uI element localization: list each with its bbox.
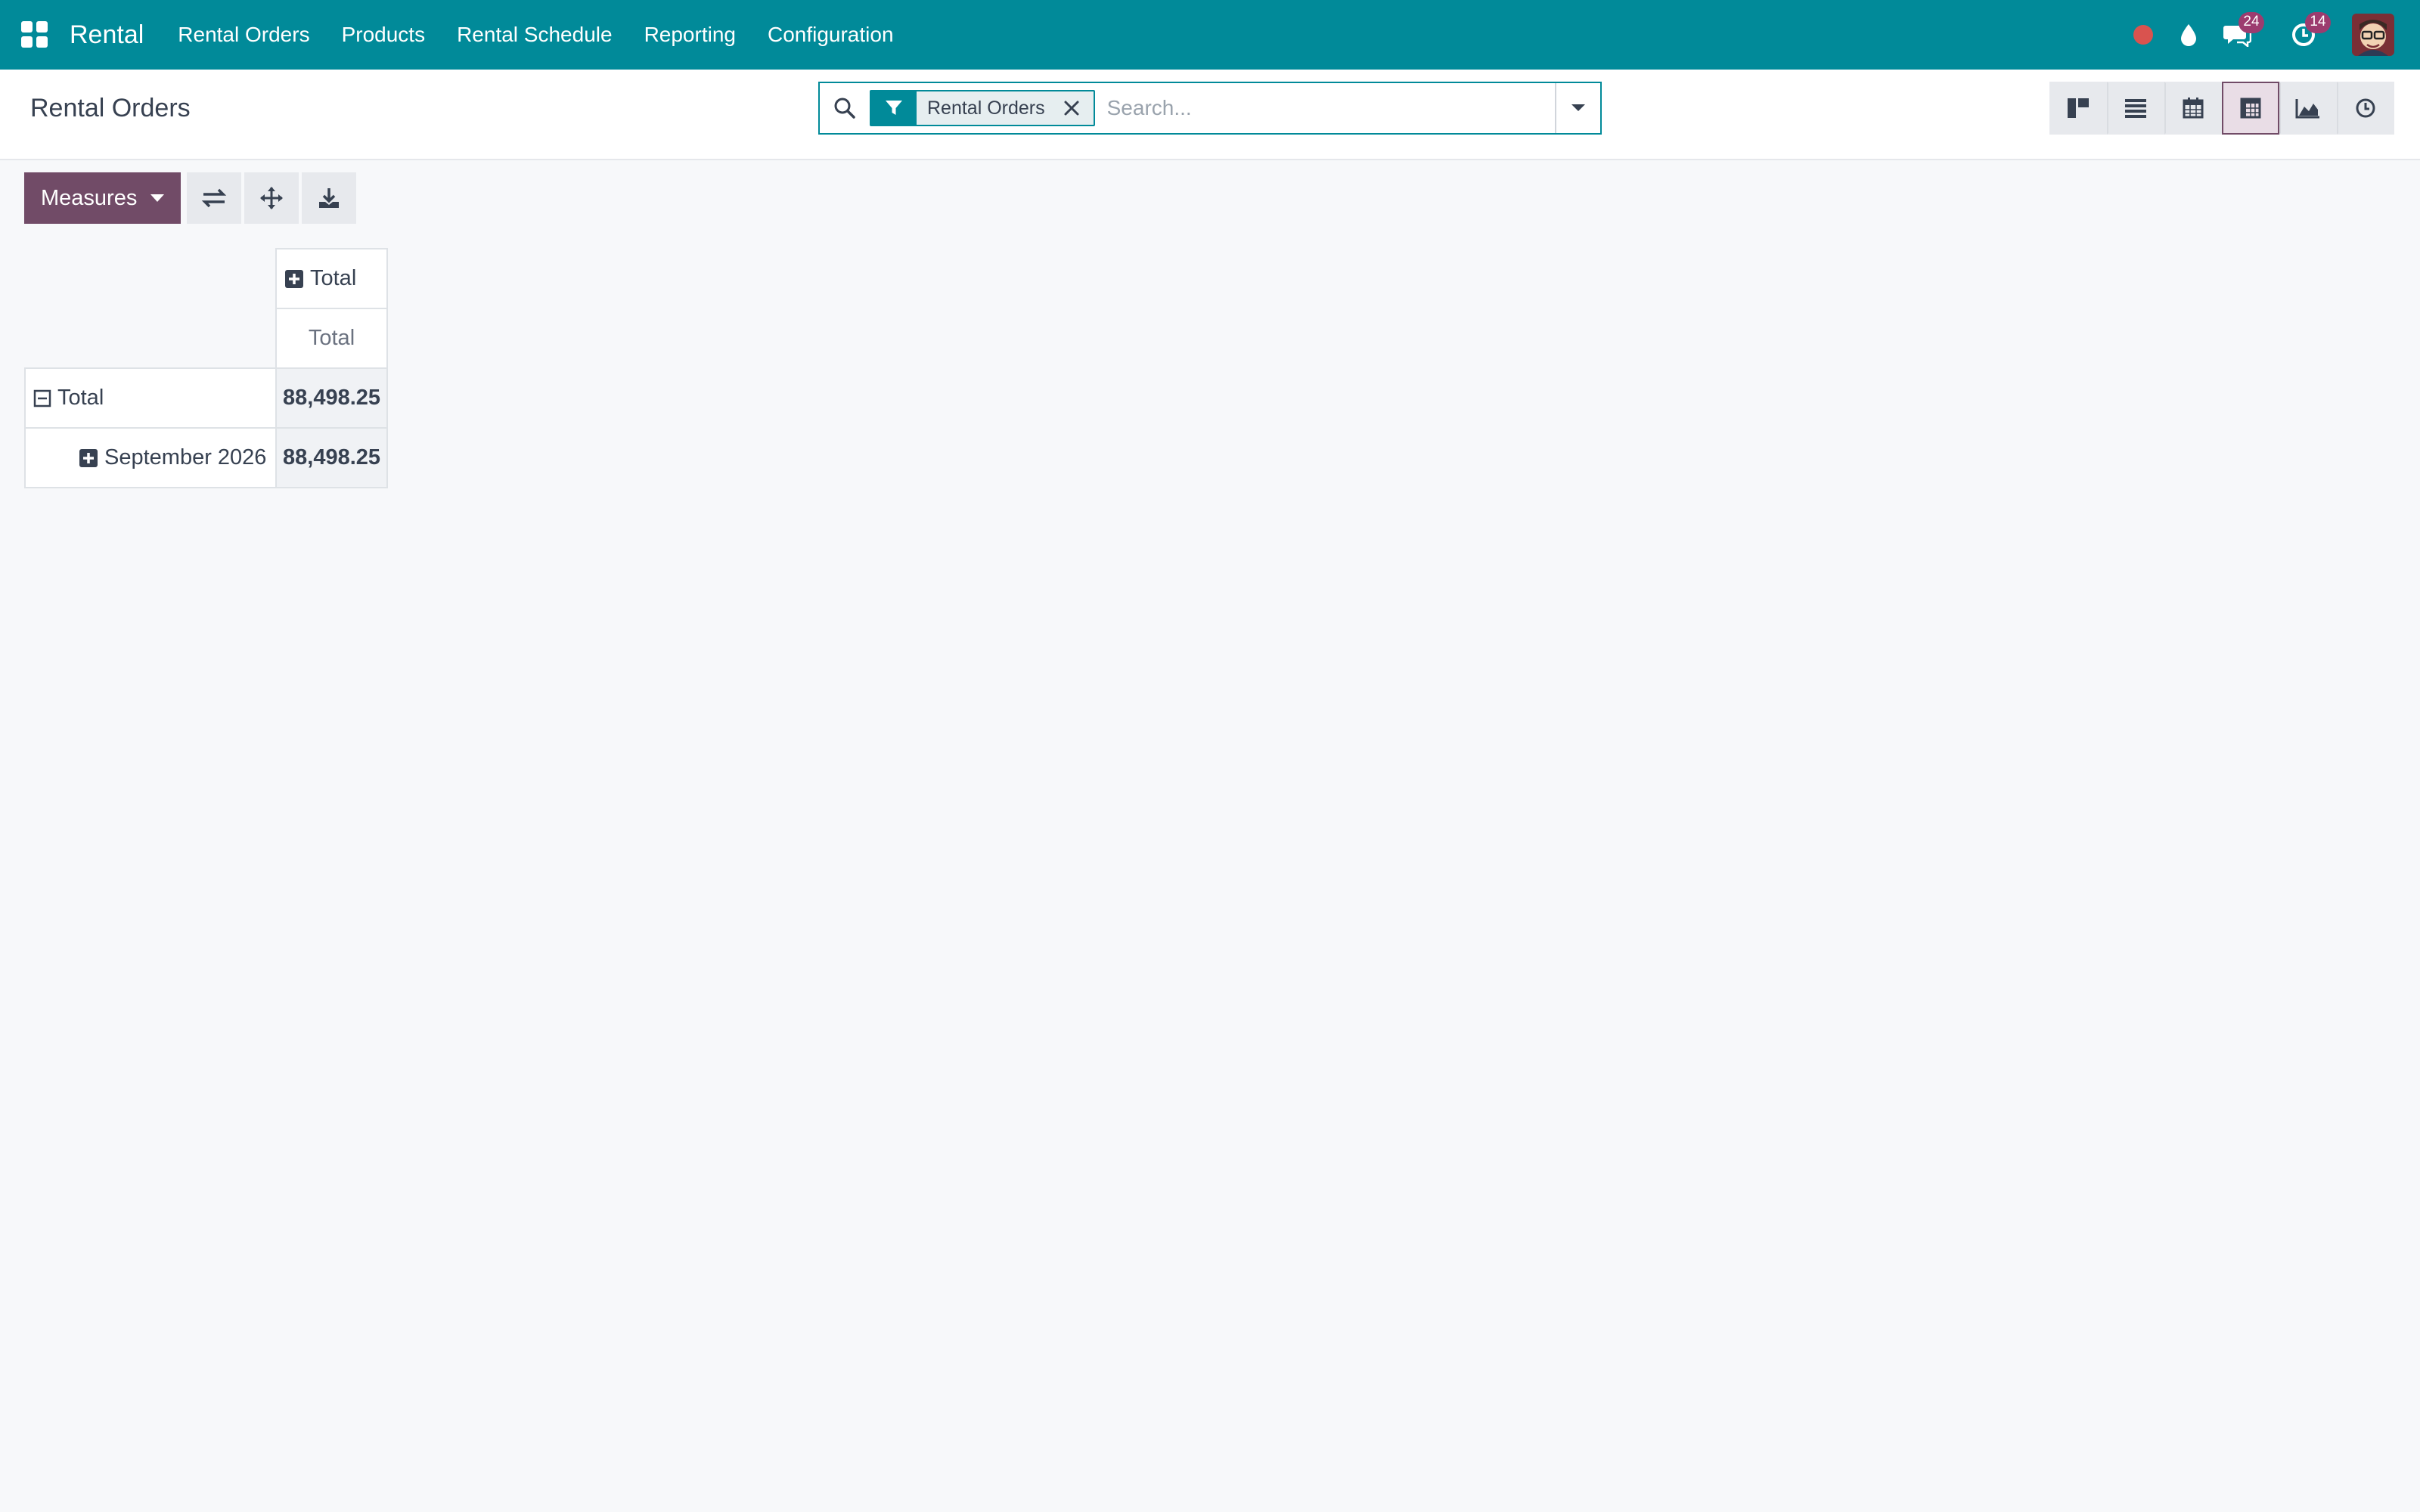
graph-view-icon[interactable] [2279, 82, 2337, 135]
user-avatar[interactable] [2352, 14, 2394, 56]
filter-icon [871, 91, 917, 125]
control-panel: Rental Orders Rental Orders [0, 70, 2420, 160]
app-menu-icon[interactable] [21, 21, 48, 48]
kanban-view-icon[interactable] [2049, 82, 2107, 135]
search-bar: Rental Orders [818, 82, 1602, 135]
pivot-row-header-month[interactable]: September 2026 [24, 427, 277, 488]
pivot-cell-value[interactable]: 88,498.25 [275, 427, 389, 488]
systray: 24 14 [2121, 0, 2420, 70]
pivot-table: Total Total Total 88,498.25 September 20… [24, 248, 389, 488]
calendar-view-icon[interactable] [2164, 82, 2222, 135]
pivot-measure-header[interactable]: Total [275, 308, 389, 369]
pivot-corner [25, 249, 276, 308]
activity-clock-icon[interactable]: 14 [2281, 12, 2331, 57]
breadcrumb-title: Rental Orders [30, 94, 191, 122]
app-brand[interactable]: Rental [70, 20, 144, 50]
menu-rental-schedule[interactable]: Rental Schedule [441, 23, 628, 47]
pivot-corner-2 [25, 308, 276, 368]
search-icon [820, 83, 870, 133]
messages-badge: 24 [2238, 12, 2264, 33]
measures-label: Measures [41, 185, 138, 210]
messages-icon[interactable]: 24 [2214, 12, 2264, 57]
flip-axis-button[interactable] [187, 172, 242, 224]
search-facet: Rental Orders [870, 90, 1095, 126]
recording-icon[interactable] [2121, 12, 2166, 57]
top-navbar: Rental Rental Orders Products Rental Sch… [0, 0, 2420, 70]
pivot-toolbar: Measures [24, 172, 357, 224]
download-button[interactable] [302, 172, 357, 224]
activity-view-icon[interactable] [2337, 82, 2394, 135]
menu-reporting[interactable]: Reporting [628, 23, 752, 47]
measures-button[interactable]: Measures [24, 172, 182, 224]
pivot-col-header-label: Total [310, 266, 357, 290]
minus-square-icon [33, 389, 51, 407]
table-row: September 2026 88,498.25 [24, 427, 389, 488]
plus-square-icon [284, 269, 304, 289]
pivot-row-label: September 2026 [104, 445, 267, 469]
search-options-caret-icon[interactable] [1555, 83, 1600, 133]
table-row: Total 88,498.25 [24, 367, 389, 429]
search-input[interactable] [1094, 85, 1555, 132]
arrows-move-icon [260, 187, 284, 209]
download-icon [319, 188, 340, 208]
plus-square-icon [79, 448, 98, 468]
pivot-col-header[interactable]: Total [275, 248, 389, 309]
expand-all-button[interactable] [244, 172, 299, 224]
drop-icon[interactable] [2166, 12, 2211, 57]
pivot-view-icon[interactable] [2222, 82, 2279, 135]
pivot-cell-value[interactable]: 88,498.25 [275, 367, 389, 429]
facet-label: Rental Orders [927, 97, 1045, 119]
menu-rental-orders[interactable]: Rental Orders [162, 23, 325, 47]
facet-remove-icon[interactable] [1063, 100, 1080, 116]
caret-down-icon [150, 194, 165, 202]
menu-configuration[interactable]: Configuration [752, 23, 910, 47]
main-menu: Rental Orders Products Rental Schedule R… [162, 23, 909, 47]
pivot-row-header-total[interactable]: Total [24, 367, 277, 429]
pivot-row-label: Total [57, 386, 104, 410]
list-view-icon[interactable] [2107, 82, 2164, 135]
exchange-icon [202, 188, 227, 208]
activities-badge: 14 [2305, 12, 2331, 33]
view-switcher [2049, 82, 2394, 135]
menu-products[interactable]: Products [326, 23, 442, 47]
